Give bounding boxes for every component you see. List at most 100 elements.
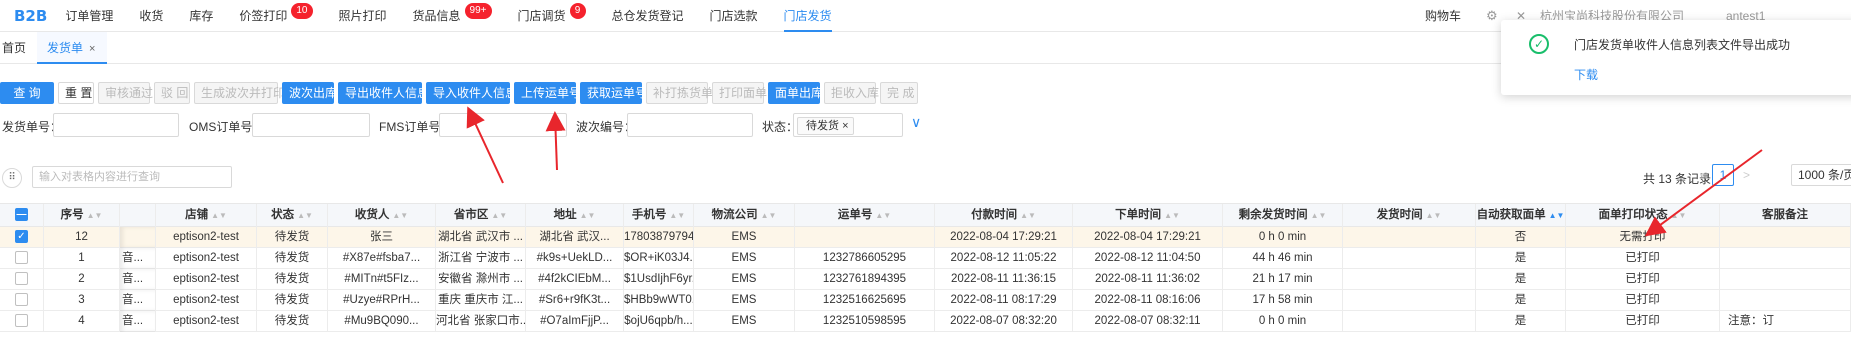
- cell-store: eptison2-test: [156, 290, 257, 311]
- import-recipient-button[interactable]: 导入收件人信息: [426, 82, 517, 104]
- nav-item-inventory[interactable]: 库存: [189, 0, 213, 32]
- nav-item-photo-print[interactable]: 照片打印: [339, 0, 387, 32]
- ship-no-input[interactable]: [53, 113, 179, 137]
- sort-icon[interactable]: ▲▼: [392, 211, 408, 220]
- nav-item-price-tag-print[interactable]: 价签打印 10: [239, 0, 313, 32]
- column-header-carrier[interactable]: 物流公司 ▲▼: [694, 204, 795, 228]
- sort-icon[interactable]: ▲▼: [1164, 211, 1180, 220]
- checkbox-icon[interactable]: [15, 251, 28, 265]
- page-number[interactable]: 1: [1712, 164, 1734, 186]
- cell-ship-time: [1343, 311, 1476, 332]
- table-row[interactable]: 3 音... eptison2-test 待发货 #Uzye#RPrH... 重庆 重庆市…: [0, 290, 1851, 311]
- column-header-store[interactable]: 店铺 ▲▼: [156, 204, 257, 228]
- table-row[interactable]: 4 音... eptison2-test 待发货 #Mu9BQ090... 河北省 张家口…: [0, 311, 1851, 332]
- page-size-select[interactable]: 1000 条/页: [1791, 164, 1851, 186]
- print-label-button[interactable]: 打印面单: [712, 82, 767, 104]
- status-tag-label: 待发货: [806, 120, 839, 132]
- complete-button[interactable]: 完 成: [880, 82, 918, 104]
- column-header-order-time[interactable]: 下单时间 ▲▼: [1073, 204, 1223, 228]
- column-header-address[interactable]: 地址 ▲▼: [526, 204, 624, 228]
- sort-icon[interactable]: ▲▼: [875, 211, 891, 220]
- nav-item-label: 收货: [139, 8, 164, 23]
- select-all-checkbox[interactable]: —: [0, 204, 44, 228]
- cell-order-time: 2022-08-04 17:29:21: [1073, 227, 1223, 248]
- approve-button[interactable]: 审核通过: [98, 82, 153, 104]
- column-header-extra[interactable]: [120, 204, 156, 228]
- download-link[interactable]: 下载: [1574, 66, 1598, 83]
- nav-item-store-selection[interactable]: 门店选款: [710, 0, 758, 32]
- cart-link[interactable]: 购物车: [1425, 0, 1461, 32]
- sort-icon[interactable]: ▲▼: [761, 211, 777, 220]
- column-header-label: 发货时间: [1376, 209, 1423, 221]
- fetch-waybill-button[interactable]: 获取运单号: [580, 82, 647, 104]
- row-select-cell[interactable]: ✓: [0, 227, 44, 248]
- column-header-phone[interactable]: 手机号 ▲▼: [624, 204, 694, 228]
- column-header-index[interactable]: 序号 ▲▼: [44, 204, 120, 228]
- tag-close-icon[interactable]: ×: [842, 120, 848, 132]
- nav-item-store-shipping[interactable]: 门店发货: [783, 0, 832, 32]
- next-page-icon[interactable]: >: [1743, 168, 1750, 182]
- column-header-pay-time[interactable]: 付款时间 ▲▼: [935, 204, 1073, 228]
- checkbox-icon[interactable]: [15, 272, 28, 286]
- wave-outbound-button[interactable]: 波次出库: [282, 82, 337, 104]
- sort-icon[interactable]: ▲▼: [1671, 211, 1687, 220]
- oms-no-input[interactable]: [252, 113, 370, 137]
- sort-icon[interactable]: ▲▼: [491, 211, 507, 220]
- column-settings-icon[interactable]: ⠿: [2, 168, 22, 188]
- row-select-cell[interactable]: [0, 269, 44, 290]
- column-header-recipient[interactable]: 收货人 ▲▼: [328, 204, 436, 228]
- query-button[interactable]: 查 询: [0, 82, 54, 104]
- close-icon[interactable]: ×: [89, 43, 95, 55]
- table-row[interactable]: 2 音... eptison2-test 待发货 #MITn#t5FIz... 安徽省 滁…: [0, 269, 1851, 290]
- table-row[interactable]: 1 音... eptison2-test 待发货 #X87e#fsba7... 浙江省 宁…: [0, 248, 1851, 269]
- generate-wave-print-button[interactable]: 生成波次并打印: [194, 82, 285, 104]
- nav-item-warehouse-shipping[interactable]: 总仓发货登记: [612, 0, 684, 32]
- column-header-label-print[interactable]: 面单打印状态 ▲▼: [1566, 204, 1720, 228]
- checkbox-icon[interactable]: ✓: [15, 230, 28, 244]
- reprint-picklist-button[interactable]: 补打拣货单: [646, 82, 713, 104]
- column-header-auto-label[interactable]: 自动获取面单 ▲▼: [1476, 204, 1566, 228]
- column-header-status[interactable]: 状态 ▲▼: [257, 204, 328, 228]
- upload-waybill-button[interactable]: 上传运单号: [514, 82, 581, 104]
- fms-no-input[interactable]: [439, 113, 567, 137]
- tab-home[interactable]: 首页: [0, 32, 34, 64]
- row-select-cell[interactable]: [0, 311, 44, 332]
- table-search-input[interactable]: 输入对表格内容进行查询: [32, 166, 232, 188]
- sort-icon[interactable]: ▲▼: [211, 211, 227, 220]
- column-header-remark[interactable]: 客服备注: [1720, 204, 1851, 228]
- sort-icon[interactable]: ▲▼: [580, 211, 596, 220]
- column-header-region[interactable]: 省市区 ▲▼: [436, 204, 526, 228]
- column-header-remaining-time[interactable]: 剩余发货时间 ▲▼: [1223, 204, 1343, 228]
- sort-icon[interactable]: ▲▼: [87, 211, 103, 220]
- sort-icon[interactable]: ▲▼: [1549, 211, 1565, 220]
- nav-item-orders[interactable]: 订单管理: [65, 0, 113, 32]
- nav-item-label: 货品信息: [412, 8, 461, 23]
- sort-icon[interactable]: ▲▼: [297, 211, 313, 220]
- checkbox-icon[interactable]: [15, 293, 28, 307]
- column-header-waybill[interactable]: 运单号 ▲▼: [795, 204, 935, 228]
- reject-inbound-button[interactable]: 拒收入库: [824, 82, 879, 104]
- row-select-cell[interactable]: [0, 248, 44, 269]
- checkbox-icon[interactable]: [15, 314, 28, 328]
- reject-button[interactable]: 驳 回: [154, 82, 190, 104]
- chevron-down-icon[interactable]: ∨: [911, 114, 921, 131]
- reset-button[interactable]: 重 置: [58, 82, 94, 104]
- label-outbound-button[interactable]: 面单出库: [768, 82, 823, 104]
- tab-shipping-orders[interactable]: 发货单 ×: [37, 32, 107, 64]
- export-recipient-button[interactable]: 导出收件人信息: [338, 82, 429, 104]
- nav-item-store-transfer[interactable]: 门店调货 9: [518, 0, 586, 32]
- nav-item-goods-info[interactable]: 货品信息 99+: [413, 0, 492, 32]
- column-header-label: 省市区: [453, 209, 489, 221]
- wave-no-input[interactable]: [627, 113, 753, 137]
- sort-icon[interactable]: ▲▼: [1020, 211, 1036, 220]
- row-select-cell[interactable]: [0, 290, 44, 311]
- sort-icon[interactable]: ▲▼: [669, 211, 685, 220]
- checkbox-icon[interactable]: —: [15, 208, 28, 222]
- sort-icon[interactable]: ▲▼: [1311, 211, 1327, 220]
- settings-icon[interactable]: ⚙: [1486, 0, 1498, 32]
- column-header-ship-time[interactable]: 发货时间 ▲▼: [1343, 204, 1476, 228]
- sort-icon[interactable]: ▲▼: [1426, 211, 1442, 220]
- prev-page-icon[interactable]: <: [1700, 168, 1707, 182]
- nav-item-receiving[interactable]: 收货: [139, 0, 163, 32]
- table-row[interactable]: ✓ 12 eptison2-test 待发货 张三 湖北省 武汉市 ... 湖北省 武汉..…: [0, 227, 1851, 248]
